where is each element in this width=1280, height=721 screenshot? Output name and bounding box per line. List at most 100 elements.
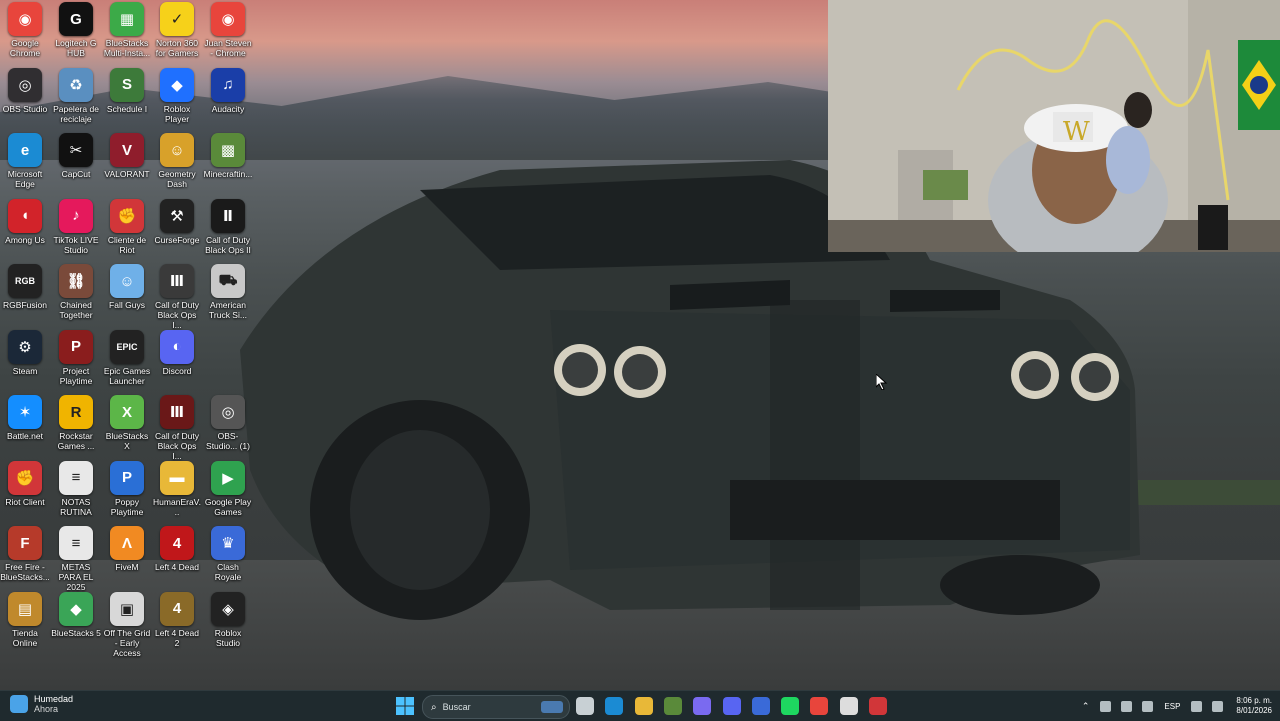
language-indicator[interactable]: ESP xyxy=(1164,702,1180,711)
taskbar-minecraft-icon[interactable] xyxy=(663,697,682,715)
weather-widget[interactable]: Humedad Ahora xyxy=(10,694,73,714)
desktop-icon[interactable]: ▣ Off The Grid - Early Access xyxy=(102,591,152,658)
clock[interactable]: 8:06 p. m. 8/01/2026 xyxy=(1236,696,1272,716)
chrome-icon: ◉ xyxy=(8,2,42,36)
clock-time: 8:06 p. m. xyxy=(1236,696,1272,705)
desktop-icon[interactable]: ◆ BlueStacks 5 xyxy=(51,591,101,638)
desktop-icon[interactable]: R Rockstar Games ... xyxy=(51,395,101,451)
desktop-icon[interactable]: ⛟ American Truck Si... xyxy=(203,264,253,320)
desktop-icon[interactable]: e Microsoft Edge xyxy=(0,133,50,189)
desktop-icon[interactable]: EPIC Epic Games Launcher xyxy=(102,329,152,386)
show-hidden-icons-icon[interactable]: ⌃ xyxy=(1082,701,1090,712)
desktop-icon[interactable]: ◉ Google Chrome xyxy=(0,2,50,58)
truck-sim-icon: ⛟ xyxy=(211,264,245,298)
desktop-icon[interactable]: ⚙ Steam xyxy=(0,329,50,376)
desktop-icon[interactable]: ◖ Among Us xyxy=(0,198,50,245)
desktop-icon-label: Epic Games Launcher xyxy=(103,365,151,386)
webcam-overlay: W xyxy=(828,0,1280,252)
taskbar-edge-icon[interactable] xyxy=(605,697,624,715)
desktop-icon[interactable]: F Free Fire - BlueStacks... xyxy=(0,526,50,582)
volume-icon[interactable] xyxy=(1212,700,1224,712)
start-button[interactable] xyxy=(396,697,414,715)
desktop-icon[interactable]: ⛓ Chained Together xyxy=(51,264,101,320)
desktop-icon[interactable]: ≡ METAS PARA EL 2025 xyxy=(51,526,101,592)
desktop-icon-label: Cliente de Riot xyxy=(107,234,147,255)
desktop-icon[interactable]: 4 Left 4 Dead 2 xyxy=(152,591,202,648)
desktop-icon[interactable]: RGB RGBFusion xyxy=(0,264,50,310)
search-highlight-icon xyxy=(541,701,563,713)
desktop-icon[interactable]: X BlueStacks X xyxy=(102,395,152,451)
desktop-icon[interactable]: Ⅱ Call of Duty Black Ops II xyxy=(203,198,253,255)
desktop-icon[interactable]: ♫ Audacity xyxy=(203,67,253,114)
app-tray-icon[interactable] xyxy=(1100,700,1112,712)
desktop-icon[interactable]: ◎ OBS-Studio... (1) xyxy=(203,395,253,451)
desktop-icon-label: Battle.net xyxy=(7,431,43,441)
taskbar-chrome-icon[interactable] xyxy=(810,697,829,715)
desktop-icon[interactable]: ◎ OBS Studio xyxy=(0,67,50,114)
desktop-icon[interactable]: P Poppy Playtime xyxy=(102,460,152,517)
humidity-icon xyxy=(10,695,28,713)
taskbar-file-explorer-icon[interactable] xyxy=(634,697,653,715)
recycle-bin-icon: ♻ xyxy=(59,67,93,102)
desktop-icon[interactable]: ⚒ CurseForge xyxy=(152,198,202,245)
desktop-icon[interactable]: ♪ TikTok LIVE Studio xyxy=(51,198,101,255)
taskbar-obs-studio-icon[interactable] xyxy=(839,697,858,715)
desktop-icon[interactable]: 4 Left 4 Dead xyxy=(152,526,202,572)
desktop-icon[interactable]: ♛ Clash Royale xyxy=(203,526,253,582)
steam-icon: ⚙ xyxy=(8,329,42,364)
desktop-icon-label: Audacity xyxy=(211,103,245,114)
taskbar-riot-client-icon[interactable] xyxy=(869,697,887,715)
desktop-icon-label: Clash Royale xyxy=(214,562,242,582)
desktop-icon[interactable]: ◈ Roblox Studio xyxy=(203,591,253,648)
desktop-icon[interactable]: ≡ NOTAS RUTINA xyxy=(51,460,101,517)
desktop-icon[interactable]: ✓ Norton 360 for Gamers xyxy=(152,2,202,58)
desktop-icon[interactable]: G Logitech G HUB xyxy=(51,2,101,58)
desktop-icon-label: NOTAS RUTINA xyxy=(60,496,92,517)
desktop-icon[interactable]: ✶ Battle.net xyxy=(0,395,50,441)
desktop-icon[interactable]: ♻ Papelera de reciclaje xyxy=(51,67,101,124)
desktop-icon[interactable]: S Schedule I xyxy=(102,67,152,114)
desktop-icon[interactable]: ▤ Tienda Online xyxy=(0,591,50,648)
desktop-icon-label: Papelera de reciclaje xyxy=(53,103,99,124)
capcut-icon: ✂ xyxy=(59,133,93,167)
desktop-icon-label: Free Fire - BlueStacks... xyxy=(0,562,50,582)
microphone-icon[interactable] xyxy=(1142,700,1154,712)
desktop-icon[interactable]: ▩ Minecraftin... xyxy=(203,133,253,179)
desktop-icon[interactable]: ✊ Cliente de Riot xyxy=(102,198,152,255)
desktop-icon-label: CurseForge xyxy=(154,234,200,245)
desktop-icon[interactable]: ▬ HumanEraV... xyxy=(152,460,202,517)
desktop-icon-label: Roblox Studio xyxy=(214,627,242,648)
folder-icon: ▬ xyxy=(160,460,194,495)
desktop-icon-label: Call of Duty Black Ops II xyxy=(205,234,251,255)
desktop-icon-label: BlueStacks 5 xyxy=(51,627,101,638)
taskbar-discord-icon[interactable] xyxy=(722,697,741,715)
desktop-icon[interactable]: ✊ Riot Client xyxy=(0,460,50,507)
taskbar-lunar-client-icon[interactable] xyxy=(751,697,770,715)
network-icon[interactable] xyxy=(1191,700,1203,712)
desktop-icon[interactable]: ✂ CapCut xyxy=(51,133,101,179)
desktop-icon[interactable]: ☺ Fall Guys xyxy=(102,264,152,310)
cod-bo2-icon: Ⅱ xyxy=(211,198,245,233)
desktop-icon-label: Juan Steven - Chrome xyxy=(204,38,252,58)
cloud-icon[interactable] xyxy=(1121,700,1133,712)
desktop-icon-label: OBS Studio xyxy=(2,103,48,114)
desktop-icon[interactable]: P Project Playtime xyxy=(51,329,101,386)
desktop-icon[interactable]: Ⅲ Call of Duty Black Ops I... xyxy=(152,395,202,461)
desktop-icon-label: BlueStacks Multi-Insta... xyxy=(103,38,151,58)
desktop-icon[interactable]: ☺ Geometry Dash xyxy=(152,133,202,189)
store-icon: ▤ xyxy=(8,591,42,626)
taskbar-spotify-icon[interactable] xyxy=(781,697,800,715)
desktop-icon[interactable]: V VALORANT xyxy=(102,133,152,179)
desktop-icon[interactable]: ▦ BlueStacks Multi-Insta... xyxy=(102,2,152,58)
taskbar-search-box[interactable]: ⌕ Buscar xyxy=(422,695,570,719)
desktop-icon[interactable]: ▶ Google Play Games xyxy=(203,460,253,517)
desktop-icon[interactable]: ◐ Discord xyxy=(152,329,202,376)
desktop-icon[interactable]: Λ FiveM xyxy=(102,526,152,572)
desktop-icon[interactable]: ◉ Juan Steven - Chrome xyxy=(203,2,253,58)
desktop-icon[interactable]: Ⅲ Call of Duty Black Ops I... xyxy=(152,264,202,330)
windows-logo-icon xyxy=(396,697,414,715)
desktop-icon[interactable]: ◆ Roblox Player xyxy=(152,67,202,124)
taskbar-copilot-icon[interactable] xyxy=(693,697,712,715)
taskbar-task-view-icon[interactable] xyxy=(576,697,594,715)
cod-icon: Ⅲ xyxy=(160,395,194,429)
